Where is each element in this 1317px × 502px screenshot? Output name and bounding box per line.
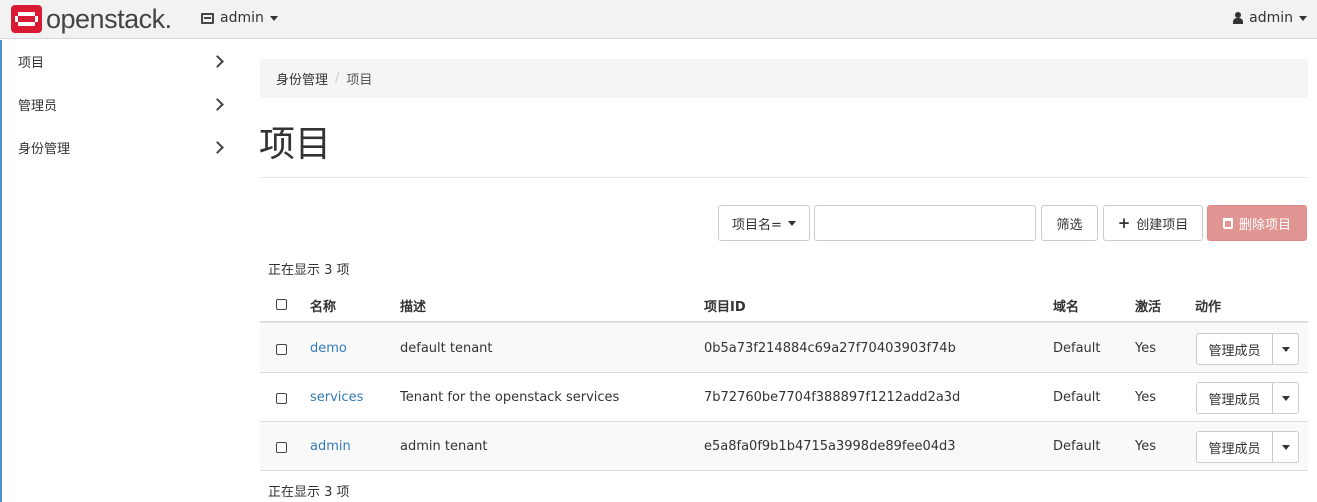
project-selector-label: admin [220, 10, 264, 26]
project-domain: Default [1053, 341, 1101, 356]
sidebar-item-label: 项目 [18, 55, 45, 71]
caret-down-icon [1299, 15, 1307, 21]
create-project-button[interactable]: + 创建项目 [1103, 205, 1203, 241]
page-title: 项目 [259, 124, 332, 165]
project-description: Tenant for the openstack services [400, 390, 620, 405]
plus-icon: + [1117, 214, 1131, 232]
sidebar-item-label: 身份管理 [18, 141, 71, 157]
row-actions-dropdown-toggle[interactable] [1273, 334, 1298, 364]
filter-field-label: 项目名= [732, 217, 782, 233]
filter-button[interactable]: 筛选 [1041, 205, 1098, 241]
project-name-link[interactable]: admin [310, 439, 351, 454]
top-navbar: openstack. admin admin [0, 0, 1317, 39]
row-action-group: 管理成员 [1196, 431, 1299, 463]
sidebar-item-identity[interactable]: 身份管理 [18, 137, 228, 157]
filter-button-label: 筛选 [1056, 217, 1083, 233]
chevron-right-icon [211, 140, 224, 154]
create-project-label: 创建项目 [1136, 217, 1189, 233]
delete-project-button[interactable]: 删除项目 [1207, 205, 1307, 241]
column-header-description[interactable]: 描述 [400, 296, 426, 315]
trash-icon [1222, 217, 1233, 229]
project-description: default tenant [400, 341, 493, 356]
manage-members-button[interactable]: 管理成员 [1197, 432, 1273, 462]
project-id: 0b5a73f214884c69a27f70403903f74b [704, 341, 956, 356]
filter-field-dropdown[interactable]: 项目名= [718, 205, 810, 241]
row-action-group: 管理成员 [1196, 382, 1299, 414]
filter-input[interactable] [814, 205, 1036, 241]
column-header-actions: 动作 [1195, 300, 1222, 315]
column-header-name[interactable]: 名称 [310, 296, 336, 315]
row-action-group: 管理成员 [1196, 333, 1299, 365]
project-name-link[interactable]: services [310, 390, 363, 405]
user-menu[interactable]: admin [1233, 10, 1307, 26]
breadcrumb-separator: / [335, 71, 340, 86]
column-header-enabled[interactable]: 激活 [1135, 296, 1161, 315]
table-row: services Tenant for the openstack servic… [260, 373, 1308, 422]
project-id: e5a8fa0f9b1b4715a3998de89fee04d3 [704, 439, 956, 454]
item-count-bottom: 正在显示 3 项 [268, 485, 350, 500]
select-all-checkbox[interactable] [276, 299, 287, 310]
column-header-domain[interactable]: 域名 [1053, 296, 1079, 315]
project-name-link[interactable]: demo [310, 341, 347, 356]
caret-down-icon [787, 220, 796, 226]
column-header-id[interactable]: 项目ID [704, 296, 746, 315]
row-checkbox[interactable] [276, 344, 287, 355]
table-header: 名称 描述 项目ID 域名 激活 动作 [260, 287, 1308, 323]
project-enabled: Yes [1135, 439, 1156, 454]
sidebar-item-project[interactable]: 项目 [18, 51, 228, 71]
breadcrumb: 身份管理 / 项目 [260, 59, 1308, 98]
caret-down-icon [1281, 346, 1290, 352]
caret-down-icon [1281, 395, 1290, 401]
openstack-logo-icon [11, 5, 42, 33]
chevron-right-icon [211, 97, 224, 111]
row-actions-dropdown-toggle[interactable] [1273, 432, 1298, 462]
sidebar-item-label: 管理员 [18, 98, 58, 114]
project-enabled: Yes [1135, 341, 1156, 356]
manage-members-button[interactable]: 管理成员 [1197, 334, 1273, 364]
item-count-top: 正在显示 3 项 [268, 263, 350, 278]
row-actions-dropdown-toggle[interactable] [1273, 383, 1298, 413]
caret-down-icon [1281, 444, 1290, 450]
delete-project-label: 删除项目 [1238, 217, 1291, 233]
chevron-right-icon [211, 54, 224, 68]
row-checkbox[interactable] [276, 442, 287, 453]
row-checkbox[interactable] [276, 393, 287, 404]
project-icon [201, 12, 214, 24]
breadcrumb-parent[interactable]: 身份管理 [276, 69, 328, 88]
table-row: admin admin tenant e5a8fa0f9b1b4715a3998… [260, 422, 1308, 471]
user-menu-label: admin [1249, 10, 1293, 26]
project-enabled: Yes [1135, 390, 1156, 405]
breadcrumb-current: 项目 [346, 73, 373, 88]
openstack-logo[interactable]: openstack. [11, 4, 172, 34]
project-selector[interactable]: admin [201, 10, 278, 26]
sidebar: 项目 管理员 身份管理 [0, 40, 240, 502]
manage-members-button[interactable]: 管理成员 [1197, 383, 1273, 413]
sidebar-item-admin[interactable]: 管理员 [18, 94, 228, 114]
logo-text: openstack. [46, 3, 172, 34]
project-domain: Default [1053, 439, 1101, 454]
table-row: demo default tenant 0b5a73f214884c69a27f… [260, 324, 1308, 373]
caret-down-icon [269, 15, 278, 21]
project-id: 7b72760be7704f388897f1212add2a3d [704, 390, 961, 405]
user-icon [1233, 12, 1244, 24]
title-divider [260, 177, 1308, 178]
project-description: admin tenant [400, 439, 488, 454]
project-domain: Default [1053, 390, 1101, 405]
